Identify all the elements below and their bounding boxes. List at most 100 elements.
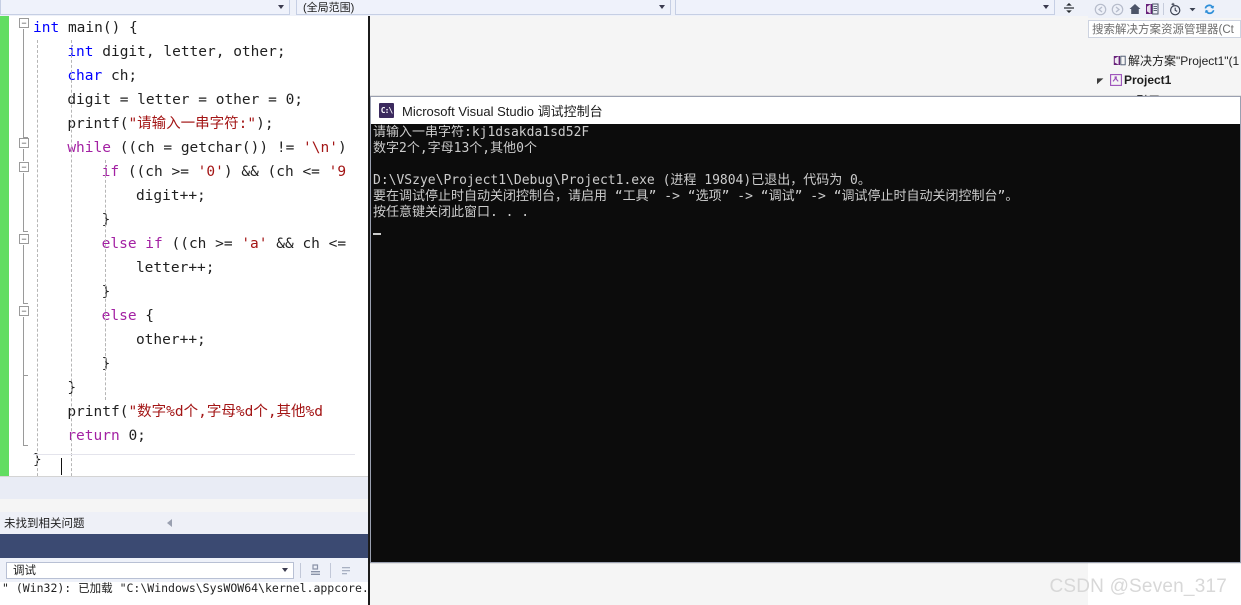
clear-output-icon[interactable] [307,562,324,579]
code-token: char [67,68,103,84]
home-icon[interactable] [1126,1,1143,17]
code-token: ; [137,428,146,444]
solution-node-root[interactable]: 解决方案"Project1"(1 [1088,50,1239,70]
expand-twisty-open[interactable] [1094,76,1107,85]
forward-icon[interactable] [1109,1,1126,17]
code-token: ch; [102,68,138,84]
code-token: ) && (ch <= [223,164,329,180]
output-text-area[interactable]: " (Win32): 已加载 "C:\Windows\SysWOW64\kern… [0,582,368,605]
split-window-icon[interactable] [1060,0,1078,16]
code-line: else { [102,304,154,328]
visual-studio-shell: (全局范围) − − − − − int main() {int digit, lett… [0,0,1241,605]
search-placeholder-text: 搜索解决方案资源管理器(Ct [1092,24,1234,36]
chevron-down-icon [1043,5,1049,9]
outlining-collapse-icon[interactable]: − [19,162,29,172]
solution-icon[interactable] [1143,1,1160,17]
toolbar-divider [1163,3,1164,15]
indent-guide [105,304,106,400]
code-line: int digit, letter, other; [67,40,285,64]
current-line-highlight [33,454,368,476]
output-source-value: 调试 [13,565,36,577]
code-line: printf("数字%d个,字母%d个,其他%d [67,400,323,424]
outlining-margin[interactable]: − − − − − [17,16,33,476]
outlining-bracket-end [23,375,28,376]
outlining-collapse-icon[interactable]: − [19,18,29,28]
solution-node-label: 解决方案"Project1"(1 [1128,53,1240,68]
back-icon[interactable] [1092,1,1109,17]
output-source-dropdown[interactable]: 调试 [6,561,294,579]
code-line: if ((ch >= '0') && (ch <= '9 [102,160,346,184]
code-token: && ch <= [267,236,347,252]
code-token: printf [67,404,120,420]
code-text-surface[interactable]: int main() {int digit, letter, other; cha… [33,16,368,476]
csdn-watermark: CSDN @Seven_317 [1049,576,1227,597]
chevron-down-icon[interactable] [1184,1,1201,17]
pending-changes-icon[interactable] [1167,1,1184,17]
navbar-third-dropdown[interactable] [675,0,1055,15]
console-title-bar[interactable]: C:\ Microsoft Visual Studio 调试控制台 [371,97,1240,124]
text-caret [61,458,62,475]
code-token: "请输入一串字符:" [128,116,257,132]
code-token: else [101,236,137,252]
code-token: 0 [128,428,138,444]
code-line: printf("请输入一串字符:"); [67,112,273,136]
project-node-label: Project1 [1124,73,1172,87]
project-icon [1107,73,1124,87]
navbar-member-value: (全局范围) [303,2,355,14]
code-token: ((ch >= [119,164,198,180]
editor-vertical-scrollbar[interactable] [355,16,368,476]
console-output-area[interactable]: 请输入一串字符:kj1dsakda1sd52F 数字2个,字母13个,其他0个 D:… [371,124,1240,562]
refresh-icon[interactable] [1201,1,1218,17]
code-token: '9 [328,164,347,180]
collapse-left-icon[interactable] [167,519,172,527]
code-token: printf [67,116,120,132]
outlining-collapse-icon[interactable]: − [19,306,29,316]
code-token: ); [256,116,274,132]
solution-node-project[interactable]: Project1 [1088,70,1171,90]
code-editor-pane[interactable]: − − − − − int main() {int digit, letter, oth… [0,16,368,476]
navbar-scope-dropdown[interactable] [0,0,290,15]
code-token: 0 [285,92,295,108]
solution-explorer-search-input[interactable]: 搜索解决方案资源管理器(Ct [1088,20,1241,38]
code-token: '\n' [303,140,338,156]
chevron-down-icon [282,568,288,572]
code-token: "数字%d个,字母%d个,其他%d [128,404,324,420]
outlining-bracket-line [23,317,24,445]
indent-guide [37,40,38,476]
code-line: return 0; [67,424,146,448]
solution-icon [1111,54,1128,67]
code-line: letter++; [136,256,215,280]
navbar-member-dropdown[interactable]: (全局范围) [296,0,671,15]
code-token: int [33,20,60,36]
outlining-bracket-end [23,231,28,232]
code-line: else if ((ch >= 'a' && ch <= [102,232,346,256]
code-token: '0' [197,164,224,180]
outlining-bracket-end [23,303,28,304]
toggle-wordwrap-icon[interactable] [337,562,354,579]
code-token: ((ch = [110,140,181,156]
code-token: 'a' [241,236,268,252]
outlining-bracket-end [23,137,28,138]
console-line: 请输入一串字符:kj1dsakda1sd52F [373,125,590,140]
code-token: else [101,308,137,324]
outlining-bracket-line [23,29,24,137]
debug-console-window[interactable]: C:\ Microsoft Visual Studio 调试控制台 请输入一串字… [370,96,1241,563]
error-list-toolbar[interactable] [0,476,368,499]
code-token: digit++; [135,188,206,204]
code-token: letter++; [135,260,215,276]
outlining-collapse-icon[interactable]: − [19,234,29,244]
code-line: char ch; [67,64,137,88]
output-window: 调试 " (Win32): 已加载 "C:\Windows\SysWOW64\k… [0,558,368,605]
code-token: { [136,308,155,324]
code-line: digit = letter = other = 0; [67,88,303,112]
glyph-margin[interactable] [9,16,17,476]
outlining-bracket-end [23,445,28,446]
outlining-bracket-line [23,173,24,231]
outlining-bracket-line [23,245,24,303]
indent-guide [71,40,72,476]
code-token: ()) != [241,140,304,156]
outlining-collapse-icon[interactable]: − [19,138,29,148]
console-line: 数字2个,字母13个,其他0个 [373,141,537,156]
